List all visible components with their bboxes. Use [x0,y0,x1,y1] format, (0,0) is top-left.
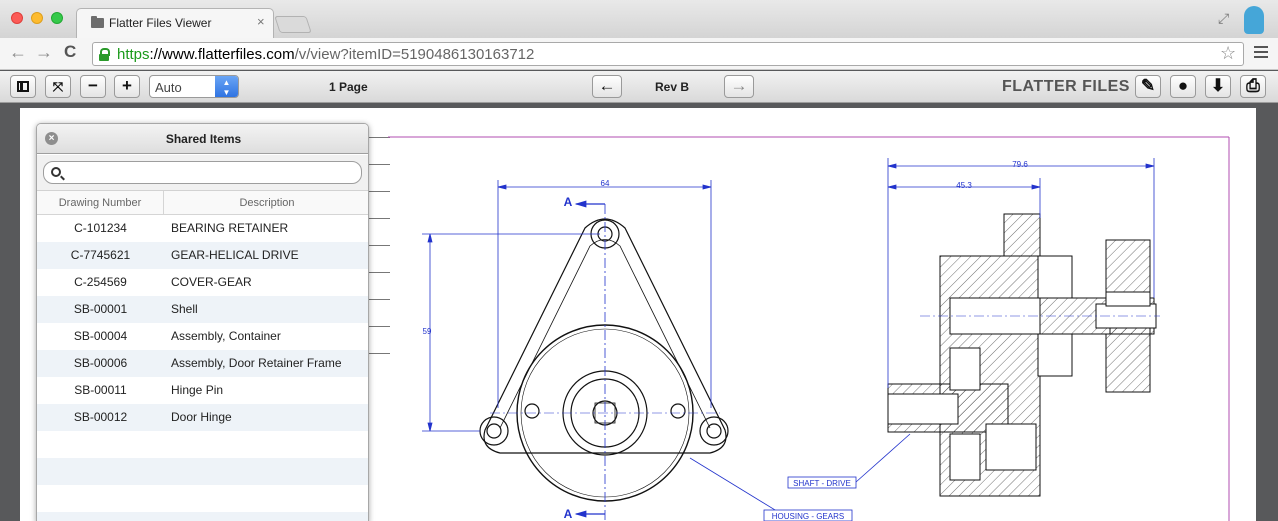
previous-revision-button[interactable]: ← [592,75,622,98]
search-icon [51,167,61,177]
list-item[interactable]: SB-00006 Assembly, Door Retainer Frame [37,350,368,377]
empty-row [37,512,368,521]
drawing-number: C-254569 [74,275,127,289]
folder-icon [91,16,104,28]
back-icon[interactable]: ← [9,42,27,63]
section-label-top: A [564,195,573,209]
list-item[interactable]: SB-00012 Door Hinge [37,404,368,431]
expand-icon[interactable]: ⤢ [1218,10,1229,27]
profile-icon[interactable] [1244,6,1264,34]
fit-screen-icon: ⤧ [52,79,64,94]
drawing-description: Assembly, Door Retainer Frame [171,356,342,370]
panel-header: × Shared Items [37,124,368,154]
drawing-number: SB-00004 [73,329,128,343]
next-revision-button[interactable]: → [724,75,754,98]
column-header-description[interactable]: Description [164,191,368,215]
callout-shaft: SHAFT - DRIVE [793,479,851,488]
sidebar-icon [17,81,29,92]
search-input[interactable] [43,161,362,184]
viewer-toolbar: ⤧ − + Auto ▲ ▼ 1 Page ← Rev B → FLATTER F… [0,71,1278,103]
list-item[interactable]: SB-00001 Shell [37,296,368,323]
drawing-number: SB-00006 [73,356,128,370]
browser-nav-bar: ← → C https://www.flatterfiles.com/v/vie… [0,38,1278,70]
drawing-description: Shell [171,302,198,316]
drawing-description: GEAR-HELICAL DRIVE [171,248,299,262]
reload-icon[interactable]: C [64,42,76,62]
drawing-number: C-101234 [74,221,127,235]
new-tab-button[interactable] [274,16,312,33]
drawing-description: Hinge Pin [171,383,224,397]
address-bar[interactable]: https://www.flatterfiles.com/v/view?item… [92,42,1244,66]
dimension-overall: 79.6 [1012,160,1028,169]
drawing-number: C-7745621 [70,248,131,262]
toggle-sidebar-button[interactable] [10,75,36,98]
window-zoom-button[interactable] [51,12,63,24]
tab-close-icon[interactable]: × [257,14,265,29]
drawing-number: SB-00012 [73,410,128,424]
column-header-drawing-number[interactable]: Drawing Number [37,191,164,215]
edit-icon: ✎ [1140,76,1156,95]
drawing-description: BEARING RETAINER [171,221,289,235]
forward-icon[interactable]: → [35,42,53,63]
tab-title: Flatter Files Viewer [109,16,212,30]
select-arrows-icon: ▲ ▼ [215,76,238,97]
list-item[interactable]: C-254569 COVER-GEAR [37,269,368,296]
revision-label: Rev B [655,80,690,94]
shared-items-list: C-101234 BEARING RETAINER C-7745621 GEAR-H… [37,215,368,521]
download-icon: ⬇ [1210,76,1226,95]
empty-row [37,458,368,485]
page-count: 1 Page [329,80,368,94]
dimension-width: 64 [601,179,610,188]
lightbulb-icon: ● [1177,76,1189,95]
list-item[interactable]: SB-00011 Hinge Pin [37,377,368,404]
drawing-description: Door Hinge [171,410,232,424]
drawing-description: COVER-GEAR [171,275,252,289]
panel-title: Shared Items [165,132,242,146]
panel-search-bar [37,155,368,191]
drawing-description: Assembly, Container [171,329,281,343]
browser-tab[interactable]: Flatter Files Viewer × [76,8,274,38]
zoom-in-button[interactable]: + [114,75,140,98]
empty-row [37,485,368,512]
empty-row [37,431,368,458]
brand-logo: FLATTER FILES [1002,78,1130,95]
drawing-number: SB-00011 [74,383,127,397]
callout-housing: HOUSING - GEARS [772,512,844,521]
shared-items-panel: × Shared Items Drawing Number Descriptio… [36,123,369,521]
list-item[interactable]: C-7745621 GEAR-HELICAL DRIVE [37,242,368,269]
url-text: https://www.flatterfiles.com/v/view?item… [117,46,535,63]
print-button[interactable]: ⎙ [1240,75,1266,98]
section-label-bottom: A [564,507,573,521]
tip-button[interactable]: ● [1170,75,1196,98]
browser-tab-bar: Flatter Files Viewer × ⤢ [0,0,1278,38]
print-icon: ⎙ [1246,76,1260,95]
list-item[interactable]: C-101234 BEARING RETAINER [37,215,368,242]
fit-screen-button[interactable]: ⤧ [45,75,71,98]
download-button[interactable]: ⬇ [1205,75,1231,98]
drawing-number: SB-00001 [73,302,128,316]
bookmark-star-icon[interactable]: ☆ [1220,43,1236,64]
dimension-partial: 45.3 [956,181,972,190]
edit-button[interactable]: ✎ [1135,75,1161,98]
window-minimize-button[interactable] [31,12,43,24]
lock-icon [99,48,110,61]
dimension-height: 59 [423,327,432,336]
window-close-button[interactable] [11,12,23,24]
zoom-out-button[interactable]: − [80,75,106,98]
zoom-value: Auto [155,80,182,95]
zoom-select[interactable]: Auto ▲ ▼ [149,75,239,98]
list-item[interactable]: SB-00004 Assembly, Container [37,323,368,350]
browser-menu-icon[interactable] [1254,46,1268,58]
